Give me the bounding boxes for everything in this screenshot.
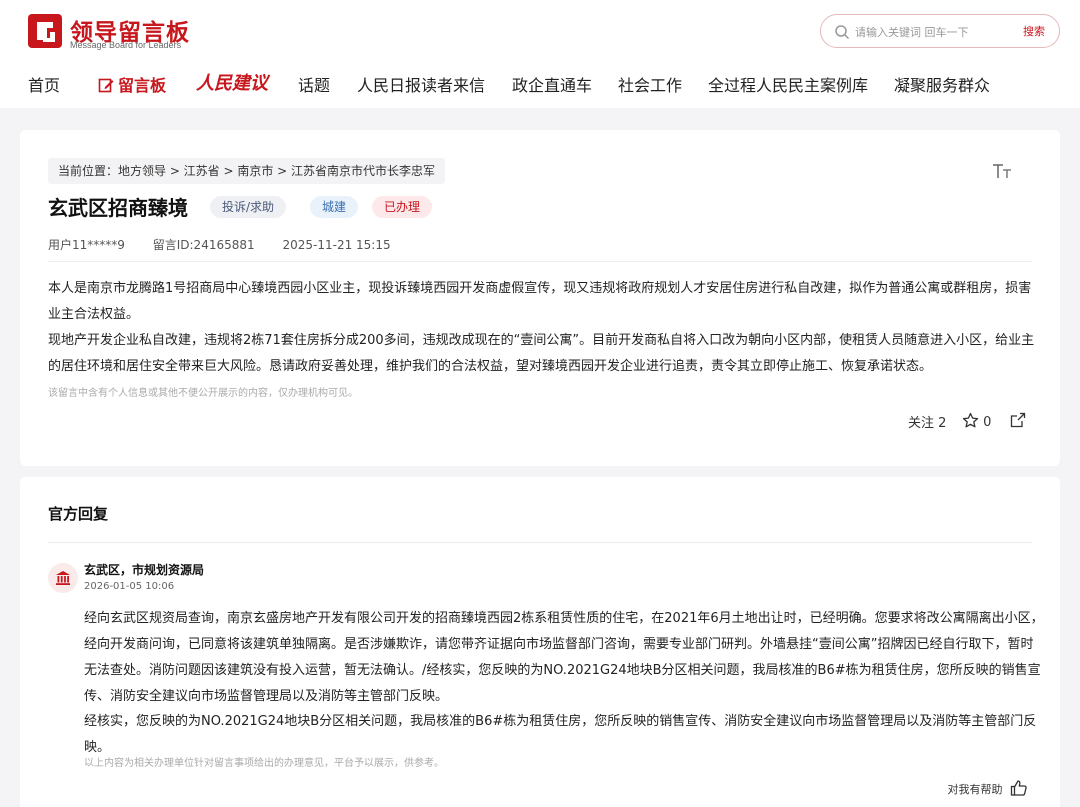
nav-item-enterprise[interactable]: 政企直通车 (512, 72, 592, 96)
reply-disclaimer: 以上内容为相关办理单位针对留言事项给出的办理意见，平台予以展示，供参考。 (84, 758, 444, 769)
breadcrumb: 当前位置：地方领导 > 江苏省 > 南京市 > 江苏省南京市代市长李忠军 (48, 158, 446, 184)
reply-time: 2026-01-05 10:06 (84, 581, 175, 592)
share-button[interactable] (1010, 412, 1026, 429)
helpful-label: 对我有帮助 (947, 783, 1003, 796)
message-paragraph: 本人是南京市龙腾路1号招商局中心臻境西园小区业主，现投诉臻境西园开发商虚假宣传，… (48, 281, 1032, 322)
message-card: 当前位置：地方领导 > 江苏省 > 南京市 > 江苏省南京市代市长李忠军 玄武区… (20, 130, 1060, 466)
message-paragraph: 现地产开发企业私自改建，违规将2栋71套住房拆分成200多间，违规改成现在的“壹… (48, 333, 1035, 374)
share-icon (1010, 412, 1026, 428)
reply-heading: 官方回复 (48, 505, 109, 523)
search-box: 搜索 (820, 14, 1060, 48)
nav-item-serve-masses[interactable]: 凝聚服务群众 (894, 72, 990, 96)
site-logo[interactable]: 领导留言板 Message Board for Leaders (28, 14, 218, 50)
official-reply-card: 官方回复 玄武区，市规划资源局 2026-01-05 10:06 经向玄武区规资… (20, 477, 1060, 807)
nav-item-label: 留言板 (118, 76, 167, 95)
nav-item-case-library[interactable]: 全过程人民民主案例库 (708, 72, 868, 96)
message-time: 2025-11-21 15:15 (282, 238, 391, 252)
nav-item-readers-letters[interactable]: 人民日报读者来信 (357, 72, 485, 96)
search-button[interactable]: 搜索 (1023, 23, 1045, 39)
divider (48, 542, 1032, 543)
edit-icon (98, 78, 114, 93)
favorite-button[interactable]: 0 (962, 412, 991, 430)
logo-icon (28, 14, 62, 48)
font-size-icon[interactable] (992, 163, 1012, 179)
nav-item-message-board[interactable]: 留言板 (98, 72, 166, 96)
category-tag: 投诉/求助 (210, 196, 287, 218)
follow-button[interactable]: 关注 2 (908, 412, 946, 431)
nav-item-social-work[interactable]: 社会工作 (618, 72, 682, 96)
message-title: 玄武区招商臻境 (48, 196, 188, 220)
reply-paragraph: 经向玄武区规资局查询，南京玄盛房地产开发有限公司开发的招商臻境西园2栋系租赁性质… (84, 611, 1044, 704)
government-building-icon (56, 571, 70, 585)
search-input[interactable] (855, 22, 1015, 42)
message-actions: 关注 2 0 (908, 412, 1032, 432)
nav-item-home[interactable]: 首页 (28, 72, 60, 96)
search-icon (835, 25, 850, 40)
reply-org-name: 玄武区，市规划资源局 (84, 563, 205, 577)
message-id: 留言ID:24165881 (152, 238, 255, 252)
nav-item-people-suggestion[interactable]: 人民建议 (196, 69, 268, 95)
logo-subtitle: Message Board for Leaders (70, 40, 182, 50)
avatar (48, 563, 78, 593)
privacy-notice: 该留言中含有个人信息或其他不便公开展示的内容，仅办理机构可见。 (48, 388, 358, 399)
message-meta: 用户11*****9 留言ID:24165881 2025-11-21 15:1… (48, 236, 415, 253)
author-name: 用户11*****9 (48, 238, 125, 252)
divider (48, 261, 1032, 262)
star-icon (962, 412, 979, 428)
helpful-button[interactable]: 对我有帮助 (948, 779, 1029, 797)
thumbs-up-icon (1010, 780, 1027, 796)
domain-tag: 城建 (310, 196, 359, 218)
top-header: 领导留言板 Message Board for Leaders 搜索 首页 留言… (0, 0, 1080, 108)
favorite-count: 0 (983, 415, 992, 430)
nav-item-topics[interactable]: 话题 (298, 72, 330, 96)
status-badge: 已办理 (372, 196, 433, 218)
